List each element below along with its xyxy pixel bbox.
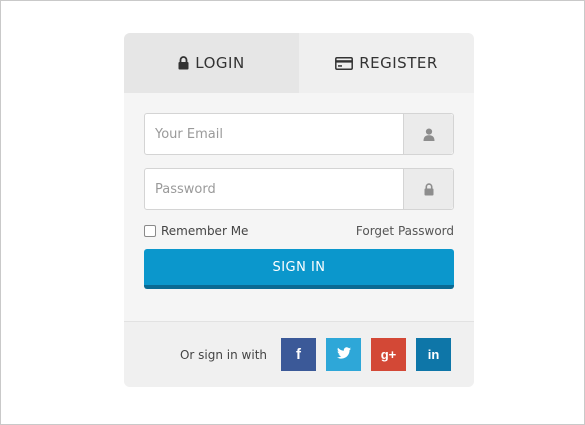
social-prompt: Or sign in with — [179, 347, 267, 362]
linkedin-icon: in — [427, 347, 440, 362]
tab-login[interactable]: LOGIN — [124, 33, 299, 93]
lock-icon — [178, 56, 189, 70]
email-field-group — [144, 113, 454, 155]
google-plus-icon: g+ — [380, 347, 397, 362]
sign-in-button[interactable]: SIGN IN — [144, 249, 454, 289]
password-input[interactable] — [145, 169, 403, 209]
tab-register-label: REGISTER — [359, 54, 438, 72]
social-login-bar: Or sign in with f g+ in — [124, 321, 474, 387]
remember-me[interactable]: Remember Me — [144, 224, 248, 238]
twitter-button[interactable] — [326, 338, 361, 371]
facebook-button[interactable]: f — [281, 338, 316, 371]
login-form: Remember Me Forget Password SIGN IN — [124, 93, 474, 289]
tab-register[interactable]: REGISTER — [299, 33, 474, 93]
login-card: LOGIN REGISTER Your Email Remember Me Fo… — [124, 33, 474, 387]
tab-bar: LOGIN REGISTER — [124, 33, 474, 93]
twitter-icon — [336, 346, 351, 364]
tab-login-label: LOGIN — [195, 54, 245, 72]
linkedin-button[interactable]: in — [416, 338, 451, 371]
user-icon — [403, 114, 453, 154]
credit-card-icon — [335, 56, 354, 70]
lock-icon — [403, 169, 453, 209]
remember-label: Remember Me — [161, 224, 249, 238]
facebook-icon: f — [296, 346, 301, 363]
google-plus-button[interactable]: g+ — [371, 338, 406, 371]
email-input[interactable] — [145, 114, 403, 154]
remember-checkbox[interactable] — [144, 225, 156, 237]
password-field-group — [144, 168, 454, 210]
forgot-password-link[interactable]: Forget Password — [356, 224, 454, 238]
form-options: Remember Me Forget Password — [144, 223, 454, 239]
